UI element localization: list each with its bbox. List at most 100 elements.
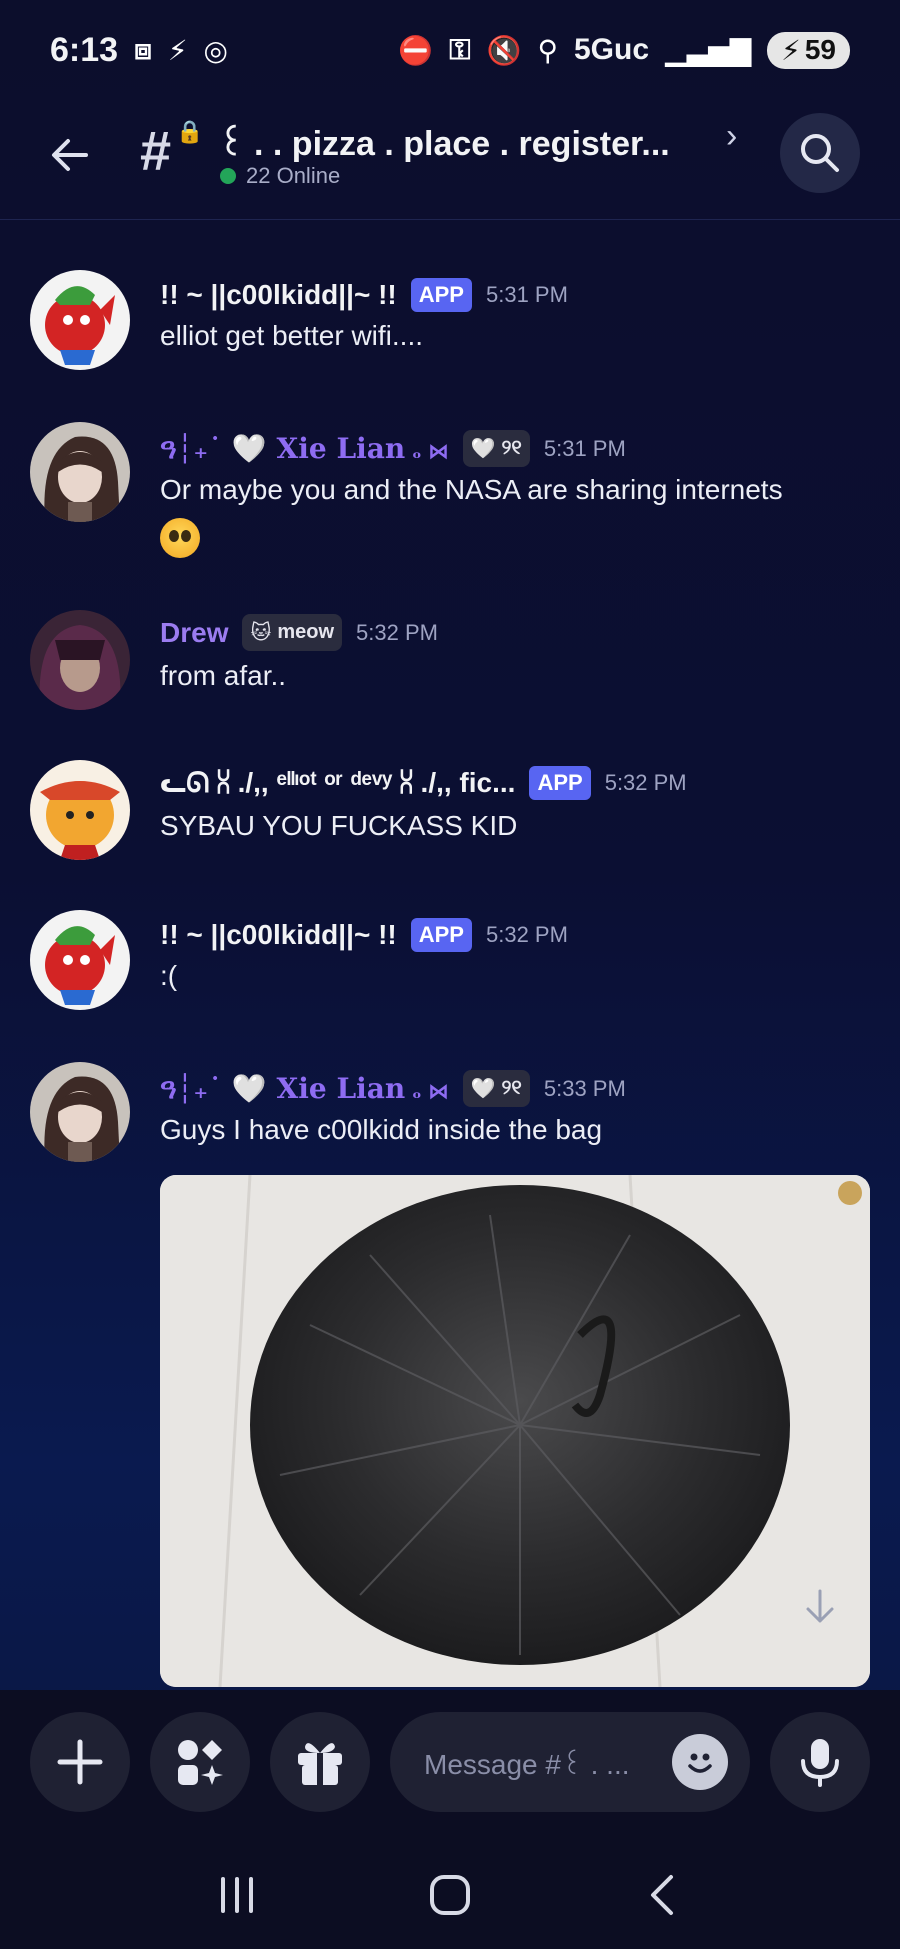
search-icon bbox=[801, 134, 839, 172]
key-icon: ⚿ bbox=[449, 33, 471, 65]
timestamp: 5:31 PM bbox=[543, 435, 626, 461]
avatar-image bbox=[30, 760, 130, 860]
avatar[interactable] bbox=[30, 270, 130, 370]
message-text: SYBAU YOU FUCKASS KID bbox=[160, 810, 518, 841]
guild-tag[interactable]: 🐱 meow bbox=[242, 614, 343, 651]
message-text: Guys I have c00lkidd inside the bag bbox=[160, 1114, 603, 1145]
message-text: elliot get better wifi.... bbox=[160, 320, 424, 351]
dnd-icon: ⛔ bbox=[398, 34, 434, 66]
chevron-left-icon bbox=[651, 1874, 674, 1915]
message-placeholder: Message #꒰ . ... bbox=[424, 1748, 630, 1780]
message-composer: Message #꒰ . ... bbox=[0, 1690, 900, 1840]
username-text: Xie Lian bbox=[276, 1071, 406, 1105]
app-badge: APP bbox=[410, 918, 472, 952]
avatar-image bbox=[30, 422, 130, 522]
microphone-icon bbox=[801, 1739, 839, 1787]
avatar-image bbox=[30, 610, 130, 710]
guild-tag-text: meow bbox=[277, 621, 335, 643]
username-prefix: ዓ┆₊˙ bbox=[160, 431, 232, 465]
online-dot-icon bbox=[220, 168, 236, 184]
app-badge: APP bbox=[529, 766, 591, 800]
gift-icon bbox=[298, 1743, 342, 1785]
username[interactable]: ዓ┆₊˙ 🤍 Xie Lian ₒ ⋈ bbox=[160, 432, 449, 466]
message-header: Drew 🐱 meow 5:32 PM bbox=[160, 614, 438, 651]
avatar-image bbox=[30, 910, 130, 1010]
message-text: :( bbox=[160, 960, 178, 991]
heart-icon: 🤍 bbox=[231, 1071, 267, 1105]
app-badge: APP bbox=[410, 278, 472, 312]
home-icon bbox=[429, 1874, 470, 1915]
back-button[interactable] bbox=[40, 125, 100, 185]
signal-icon: ▁▃▅▇ bbox=[665, 34, 752, 66]
message-header: ዓ┆₊˙ 🤍 Xie Lian ₒ ⋈ 🤍 ୨୧ 5:33 PM bbox=[160, 1070, 626, 1107]
add-attachment-button[interactable] bbox=[30, 1712, 130, 1812]
channel-name[interactable]: ꒰ . . pizza . place . register... bbox=[218, 119, 670, 164]
recent-apps-icon bbox=[220, 1876, 253, 1913]
nfc-icon: ◎ bbox=[203, 34, 228, 66]
clock: 6:13 bbox=[50, 30, 119, 69]
arrow-left-icon bbox=[52, 139, 88, 171]
avatar[interactable] bbox=[30, 1062, 130, 1162]
username-text: Xie Lian bbox=[276, 431, 406, 465]
guild-tag-text: ୨୧ bbox=[501, 437, 522, 459]
avatar-image bbox=[30, 270, 130, 370]
timestamp: 5:32 PM bbox=[604, 770, 687, 795]
network-type: 5Guc bbox=[574, 33, 650, 66]
apps-button[interactable] bbox=[150, 1712, 250, 1812]
guild-tag[interactable]: 🤍 ୨୧ bbox=[462, 1070, 530, 1107]
guild-tag-text: ୨୧ bbox=[501, 1077, 522, 1099]
apps-icon bbox=[178, 1740, 223, 1785]
username[interactable]: !! ~ ||c00lkidd||~ !! bbox=[160, 919, 397, 951]
message-header: ዓ┆₊˙ 🤍 Xie Lian ₒ ⋈ 🤍 ୨୧ 5:31 PM bbox=[160, 430, 626, 467]
online-status: 22 Online bbox=[220, 163, 340, 189]
message-header: ᓚᘏ ⩆ ./,, ᵉˡˡᶦᵒᵗ ᵒʳ ᵈᵉᵛʸ ⩆ ./,, fic... A… bbox=[160, 766, 687, 800]
home-button[interactable] bbox=[410, 1855, 490, 1935]
avatar[interactable] bbox=[30, 910, 130, 1010]
mute-icon: 🔇 bbox=[486, 34, 522, 66]
screenshot-icon: ⧈ bbox=[134, 33, 152, 65]
channel-header: # 🔒 ꒰ . . pizza . place . register... › 2… bbox=[0, 105, 900, 220]
heart-icon: 🤍 bbox=[231, 431, 267, 465]
emoji-button[interactable] bbox=[672, 1734, 728, 1790]
username[interactable]: !! ~ ||c00lkidd||~ !! bbox=[160, 279, 397, 311]
system-back-button[interactable] bbox=[623, 1855, 703, 1935]
avatar[interactable] bbox=[30, 760, 130, 860]
locked-channel-hash-icon: # 🔒 bbox=[140, 119, 204, 182]
avatar-image bbox=[30, 1062, 130, 1162]
timestamp: 5:33 PM bbox=[543, 1075, 626, 1101]
smiley-icon bbox=[688, 1753, 712, 1773]
timestamp: 5:32 PM bbox=[356, 619, 438, 645]
timestamp: 5:32 PM bbox=[485, 922, 568, 947]
recent-apps-button[interactable] bbox=[197, 1855, 277, 1935]
username[interactable]: ዓ┆₊˙ 🤍 Xie Lian ₒ ⋈ bbox=[160, 1072, 449, 1106]
online-count: 22 Online bbox=[246, 163, 341, 188]
heart-icon: 🤍 bbox=[470, 438, 496, 460]
status-left: 6:13 ⧈ ⚡ ◎ bbox=[50, 31, 228, 70]
username[interactable]: Drew bbox=[160, 617, 228, 649]
avatar[interactable] bbox=[30, 610, 130, 710]
chevron-right-icon[interactable]: › bbox=[726, 117, 737, 156]
avatar[interactable] bbox=[30, 422, 130, 522]
voice-message-button[interactable] bbox=[770, 1712, 870, 1812]
heart-icon: 🤍 bbox=[470, 1078, 496, 1100]
timestamp: 5:31 PM bbox=[485, 282, 568, 307]
cat-icon: 🐱 bbox=[250, 622, 272, 644]
username-prefix: ዓ┆₊˙ bbox=[160, 1071, 232, 1105]
guild-tag[interactable]: 🤍 ୨୧ bbox=[462, 430, 530, 467]
image-attachment[interactable] bbox=[160, 1175, 870, 1687]
status-bar: 6:13 ⧈ ⚡ ◎ ⛔ ⚿ 🔇 ⚲ 5Guc ▁▃▅▇ ⚡ 59 bbox=[0, 0, 900, 100]
flash-icon: ⚡ bbox=[167, 34, 188, 66]
system-navigation-bar bbox=[0, 1840, 900, 1949]
message-input[interactable]: Message #꒰ . ... bbox=[390, 1712, 750, 1812]
gift-button[interactable] bbox=[270, 1712, 370, 1812]
plus-icon bbox=[57, 1739, 103, 1785]
battery-bolt-icon: ⚡ bbox=[781, 34, 801, 66]
search-button[interactable] bbox=[780, 113, 860, 193]
battery-level: 59 bbox=[804, 34, 836, 65]
username[interactable]: ᓚᘏ ⩆ ./,, ᵉˡˡᶦᵒᵗ ᵒʳ ᵈᵉᵛʸ ⩆ ./,, fic... bbox=[160, 766, 515, 800]
username-suffix: ₒ ⋈ bbox=[405, 1078, 449, 1103]
message-text: from afar.. bbox=[160, 660, 287, 691]
message-emoji bbox=[160, 514, 200, 558]
location-icon: ⚲ bbox=[537, 34, 558, 66]
arrow-down-icon[interactable] bbox=[798, 1585, 842, 1629]
